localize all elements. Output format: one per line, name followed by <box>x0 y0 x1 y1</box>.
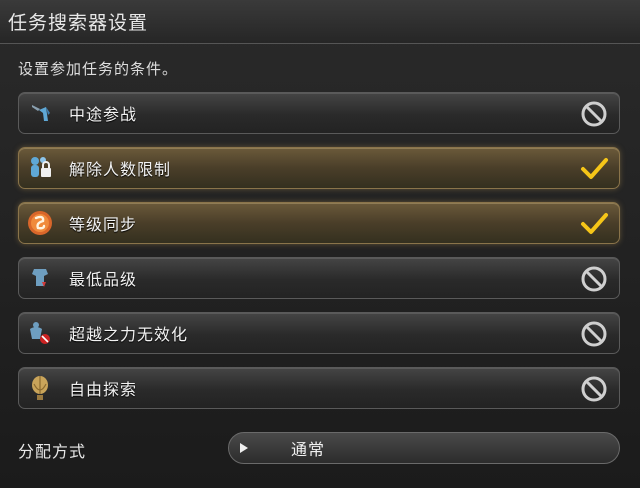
minimum-ilvl-icon <box>25 263 55 293</box>
level-sync-icon <box>25 208 55 238</box>
unlock-party-icon <box>25 153 55 183</box>
disabled-icon <box>579 374 609 404</box>
option-unrestricted-party[interactable]: 解除人数限制 <box>18 147 620 189</box>
option-level-sync[interactable]: 等级同步 <box>18 202 620 244</box>
option-label: 自由探索 <box>69 380 138 399</box>
instruction-text: 设置参加任务的条件。 <box>18 60 179 78</box>
duty-finder-settings-window: 任务搜索器设置 设置参加任务的条件。 中途参战 解除人数限制 等级同步 最低品级… <box>0 0 640 488</box>
distribution-value: 通常 <box>291 440 326 459</box>
distribution-label: 分配方式 <box>18 442 87 461</box>
play-arrow-icon <box>239 442 251 454</box>
option-explorer-mode[interactable]: 自由探索 <box>18 367 620 409</box>
option-disable-echo[interactable]: 超越之力无效化 <box>18 312 620 354</box>
window-title: 任务搜索器设置 <box>8 12 149 34</box>
join-midway-icon <box>25 98 55 128</box>
disabled-icon <box>579 264 609 294</box>
disabled-icon <box>579 319 609 349</box>
option-label: 最低品级 <box>69 270 138 289</box>
checkmark-icon <box>579 154 609 184</box>
option-label: 解除人数限制 <box>69 160 172 179</box>
option-label: 等级同步 <box>69 215 138 234</box>
disabled-icon <box>579 99 609 129</box>
option-label: 中途参战 <box>69 105 138 124</box>
checkmark-icon <box>579 209 609 239</box>
option-label: 超越之力无效化 <box>69 325 189 344</box>
echo-disable-icon <box>25 318 55 348</box>
distribution-dropdown[interactable]: 通常 <box>228 432 620 464</box>
option-minimum-ilvl[interactable]: 最低品级 <box>18 257 620 299</box>
title-bar[interactable]: 任务搜索器设置 <box>0 0 640 44</box>
option-join-midway[interactable]: 中途参战 <box>18 92 620 134</box>
explorer-balloon-icon <box>25 373 55 403</box>
